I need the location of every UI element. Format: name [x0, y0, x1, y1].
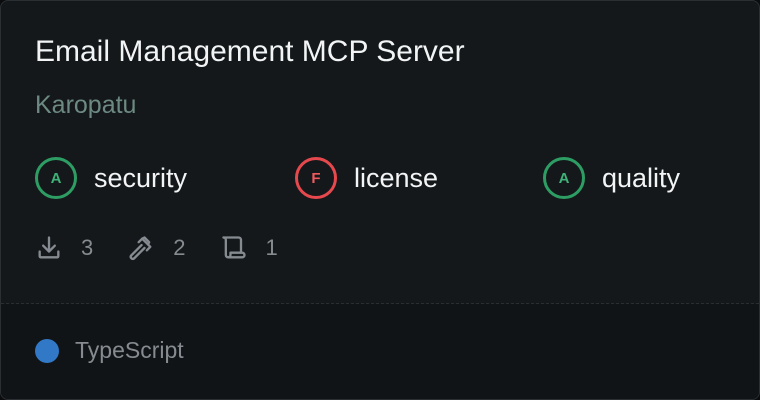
resources-stat: 1 [220, 234, 278, 262]
stats-row: 3 2 1 [35, 233, 312, 263]
language-color-dot [35, 338, 59, 363]
score-license: F license [295, 154, 438, 202]
tools-stat: 2 [127, 234, 186, 262]
license-grade-badge: F [295, 157, 337, 199]
language-name: TypeScript [75, 337, 184, 363]
server-author[interactable]: Karopatu [35, 91, 136, 120]
downloads-stat: 3 [35, 234, 93, 262]
download-icon [35, 234, 63, 262]
language-indicator: TypeScript [35, 337, 184, 364]
server-card[interactable]: Email Management MCP Server Karopatu A s… [0, 0, 760, 400]
score-quality: A quality [543, 154, 680, 202]
score-security: A security [35, 154, 187, 202]
security-label: security [94, 162, 188, 193]
tools-count: 2 [173, 235, 186, 260]
quality-grade-badge: A [543, 157, 585, 199]
resources-count: 1 [265, 235, 278, 260]
server-title[interactable]: Email Management MCP Server [35, 35, 465, 69]
quality-label: quality [602, 162, 681, 193]
security-grade-badge: A [35, 157, 77, 199]
license-label: license [354, 162, 439, 193]
downloads-count: 3 [81, 235, 94, 260]
scroll-icon [220, 234, 248, 262]
hammer-icon [127, 234, 155, 262]
